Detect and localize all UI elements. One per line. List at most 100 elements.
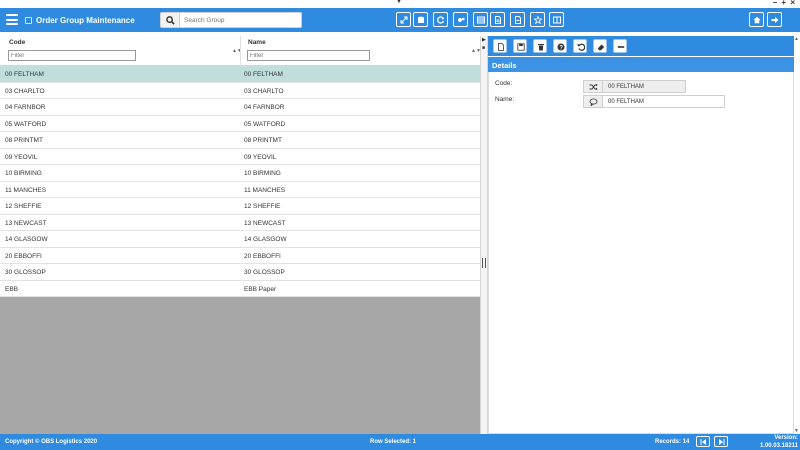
cell-name: 12 SHEFFIE <box>244 203 281 210</box>
table-row[interactable]: 20 EBBOFFI 20 EBBOFFI <box>0 247 480 264</box>
table-row[interactable]: 00 FELTHAM 00 FELTHAM <box>0 66 480 83</box>
undo-icon <box>577 43 585 51</box>
minus-icon <box>617 45 624 48</box>
scroll-up-icon[interactable]: ▲ <box>794 36 799 42</box>
column-header-code[interactable]: Code <box>9 39 25 46</box>
search-icon <box>166 16 175 25</box>
first-page-button[interactable] <box>696 436 710 447</box>
name-field[interactable]: 00 FELTHAM <box>602 95 725 108</box>
eraser-button[interactable] <box>593 39 607 53</box>
table-row[interactable]: 08 PRINTMT 08 PRINTMT <box>0 132 480 149</box>
cell-name: 14 GLASGOW <box>244 236 287 243</box>
document-alt-button[interactable] <box>510 12 525 27</box>
details-title: Details <box>488 56 794 72</box>
cell-name: 10 BIRMING <box>244 170 281 177</box>
details-form: Code: 00 FELTHAM Name: 00 FELTHAM <box>488 72 794 434</box>
table-row[interactable]: 14 GLASGOW 14 GLASGOW <box>0 231 480 248</box>
cell-code: 08 PRINTMT <box>5 137 43 144</box>
refresh-button[interactable] <box>433 12 448 27</box>
grid-rows: 00 FELTHAM 00 FELTHAM 03 CHARLTO 03 CHARLTO… <box>0 66 480 297</box>
table-row[interactable]: 03 CHARLTO 03 CHARLTO <box>0 82 480 99</box>
cell-code: 13 NEWCAST <box>5 219 47 227</box>
panel-splitter[interactable]: ▶ ■ <box>480 36 488 434</box>
new-button[interactable] <box>493 39 507 53</box>
document-icon <box>495 16 501 24</box>
table-row[interactable]: 05 WATFORD 05 WATFORD <box>0 115 480 132</box>
cell-code: 03 CHARLTO <box>5 87 45 95</box>
details-panel: ? Details Code: 00 FELTHAM Name: 00 FELT… <box>488 36 794 434</box>
home-button[interactable] <box>749 12 764 27</box>
table-row[interactable]: 11 MANCHES 11 MANCHES <box>0 181 480 198</box>
page-title: Order Group Maintenance <box>36 16 135 25</box>
comment-icon <box>589 98 598 106</box>
table-row[interactable]: 04 FARNBOR 04 FARNBOR <box>0 99 480 116</box>
cell-name: 03 CHARLTO <box>244 87 284 95</box>
splitter-grip-icon[interactable] <box>482 258 486 268</box>
cell-name: 09 YEOVIL <box>244 153 277 161</box>
grid-view-icon <box>477 16 485 24</box>
table-row[interactable]: 12 SHEFFIE 12 SHEFFIE <box>0 198 480 215</box>
app-icon <box>25 17 32 24</box>
cell-code: 11 MANCHES <box>5 186 47 194</box>
top-strip: ▼ – + × <box>0 0 800 8</box>
version-label: Version: <box>774 435 798 441</box>
table-row[interactable]: 10 BIRMING 10 BIRMING <box>0 165 480 182</box>
cell-name: 20 EBBOFFI <box>244 252 281 260</box>
collapse-right-icon[interactable]: ▶ <box>482 37 486 43</box>
settings-group-button[interactable] <box>453 12 468 27</box>
table-row[interactable]: 13 NEWCAST 13 NEWCAST <box>0 214 480 231</box>
details-scrollbar[interactable]: ▲ ▼ <box>794 36 800 434</box>
help-button[interactable]: ? <box>553 39 567 53</box>
row-selected-count: Row Selected: 1 <box>370 439 417 445</box>
search-input[interactable] <box>180 12 302 28</box>
window-controls[interactable]: – + × <box>773 0 796 7</box>
code-label: Code: <box>495 80 513 87</box>
pin-icon[interactable]: ■ <box>482 45 485 51</box>
panel-button[interactable] <box>549 12 564 27</box>
menu-icon[interactable] <box>6 14 18 25</box>
table-row[interactable]: 30 GLOSSOP 30 GLOSSOP <box>0 264 480 281</box>
first-page-icon <box>700 439 706 445</box>
code-filter-input[interactable] <box>8 50 136 61</box>
expand-button[interactable] <box>396 12 411 27</box>
table-row[interactable]: EBB EBB Paper <box>0 280 480 297</box>
cell-code: 10 BIRMING <box>5 170 42 177</box>
delete-icon <box>537 43 544 50</box>
delete-button[interactable] <box>533 39 547 53</box>
column-divider[interactable] <box>240 36 241 66</box>
cell-name: 00 FELTHAM <box>244 71 283 78</box>
status-bar: Copyright © OBS Logistics 2020 Row Selec… <box>0 434 800 450</box>
document-button[interactable] <box>490 12 505 27</box>
cell-code: 12 SHEFFIE <box>5 203 42 210</box>
undo-button[interactable] <box>573 39 587 53</box>
name-field-icon-box <box>583 95 603 108</box>
code-field: 00 FELTHAM <box>602 80 686 93</box>
search-button[interactable] <box>160 12 180 28</box>
favorite-button[interactable] <box>530 12 545 27</box>
logout-icon <box>771 17 779 23</box>
save-button[interactable] <box>513 39 527 53</box>
last-page-button[interactable] <box>714 436 728 447</box>
cell-code: 04 FARNBOR <box>5 104 46 111</box>
grid-view-button[interactable] <box>473 12 488 27</box>
copyright-text: Copyright © OBS Logistics 2020 <box>5 439 98 445</box>
minus-button[interactable] <box>613 39 627 53</box>
cell-code: 30 GLOSSOP <box>5 269 46 276</box>
cell-name: 11 MANCHES <box>244 186 286 194</box>
home-icon <box>753 16 761 24</box>
collapse-arrow-icon[interactable]: ▼ <box>396 0 402 5</box>
cell-code: 05 WATFORD <box>5 120 47 128</box>
cell-code: 20 EBBOFFI <box>5 252 42 260</box>
logout-button[interactable] <box>767 12 782 27</box>
star-icon <box>534 16 542 24</box>
version-info: Version: 1.00.03.18211 <box>760 434 798 450</box>
cell-code: 09 YEOVIL <box>5 153 38 161</box>
cell-name: 05 WATFORD <box>244 120 286 128</box>
table-row[interactable]: 09 YEOVIL 09 YEOVIL <box>0 148 480 165</box>
name-filter-input[interactable] <box>247 50 370 61</box>
column-header-name[interactable]: Name <box>248 39 266 46</box>
cell-name: 13 NEWCAST <box>244 219 286 227</box>
help-icon: ? <box>557 43 564 51</box>
database-button[interactable] <box>413 12 428 27</box>
save-icon <box>516 42 525 51</box>
